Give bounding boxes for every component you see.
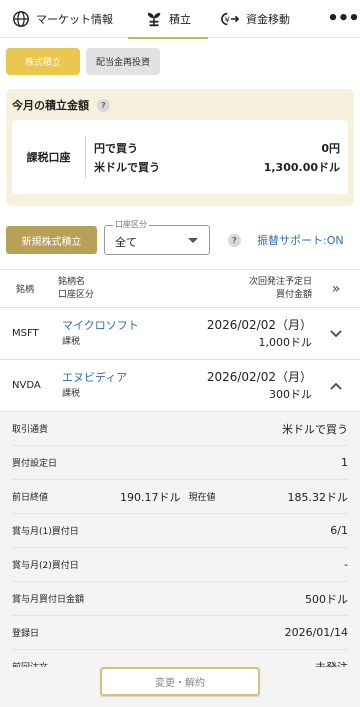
col-name-line1: 銘柄名 xyxy=(58,276,86,287)
transfer-support-link[interactable]: 振替サポート:ON xyxy=(257,232,344,248)
detail-value: - xyxy=(344,558,348,571)
col-next-order: 次回発注予定日 買付金額 xyxy=(168,276,312,302)
help-icon[interactable]: ? xyxy=(228,233,241,247)
select-legend: 口座区分 xyxy=(113,219,149,230)
tab-stock-tsumitate[interactable]: 株式積立 xyxy=(6,48,80,75)
account-type-select[interactable]: 口座区分 全て xyxy=(104,219,210,255)
globe-icon xyxy=(13,10,29,27)
amount-label: 円で買う xyxy=(94,141,138,155)
col-next-line2: 買付金額 xyxy=(275,289,312,300)
row-amount: 1,000ドル xyxy=(258,335,313,349)
monthly-amount-panel: 今月の積立金額 ? 課税口座 円で買う 0円 米ドルで買う 1,300.00ドル xyxy=(6,89,354,206)
detail-value: 6/1 xyxy=(330,524,348,537)
detail-label: 買付設定日 xyxy=(12,459,58,469)
row-next-cell: 2026/02/02（月） 300ドル xyxy=(162,368,312,404)
row-next-cell: 2026/02/02（月） 1,000ドル xyxy=(162,316,312,352)
detail-value: 1 xyxy=(341,456,348,469)
amount-row-usd: 米ドルで買う 1,300.00ドル xyxy=(94,157,340,176)
monthly-title: 今月の積立金額 ? xyxy=(12,97,348,113)
nav-tsumitate-label: 積立 xyxy=(169,12,191,26)
sprout-icon xyxy=(147,12,161,26)
detail-label: 賞与月(1)買付日 xyxy=(12,527,79,537)
detail-row-bonus1: 賞与月(1)買付日 6/1 xyxy=(12,514,348,548)
change-cancel-button[interactable]: 変更・解約 xyxy=(100,667,260,696)
detail-row-registered: 登録日 2026/01/14 xyxy=(12,616,348,650)
subtabs: 株式積立 配当金再投資 xyxy=(0,38,360,84)
select-value: 全て xyxy=(115,236,137,249)
detail-value: 米ドルで買う xyxy=(282,422,348,436)
row-date: 2026/02/02（月） xyxy=(206,369,312,384)
footer-bar: 変更・解約 xyxy=(0,667,360,707)
col-next-line1: 次回発注予定日 xyxy=(248,276,312,287)
row-name-cell: マイクロソフト 課税 xyxy=(62,318,162,350)
nav-transfer-label: 資金移動 xyxy=(246,12,290,26)
currency-transfer-icon: ¥ xyxy=(221,12,240,25)
more-menu-icon[interactable]: ••• xyxy=(326,0,360,38)
amount-label: 米ドルで買う xyxy=(94,160,160,174)
chevron-up-icon[interactable] xyxy=(312,382,360,390)
col-symbol: 銘柄 xyxy=(16,285,35,295)
detail-row-bonus2: 賞与月(2)買付日 - xyxy=(12,548,348,582)
detail-label: 取引通貨 xyxy=(12,425,49,435)
nav-market-label: マーケット情報 xyxy=(36,12,113,26)
detail-row-buyday: 買付設定日 1 xyxy=(12,446,348,480)
row-amount: 300ドル xyxy=(269,387,312,401)
current-price-value: 185.32ドル xyxy=(287,490,349,504)
detail-label: 登録日 xyxy=(12,629,40,639)
chevron-down-icon[interactable] xyxy=(312,329,360,338)
row-symbol: MSFT xyxy=(12,328,39,339)
row-account: 課税 xyxy=(62,336,81,347)
prices-group: 190.17ドル 現在値 xyxy=(120,489,216,505)
row-stock-name-link[interactable]: マイクロソフト xyxy=(62,318,162,334)
nav-fund-transfer[interactable]: ¥ 資金移動 xyxy=(208,0,326,38)
nav-market-info[interactable]: マーケット情報 xyxy=(0,0,128,38)
caret-down-icon xyxy=(188,238,198,243)
detail-value: 2026/01/14 xyxy=(284,626,348,639)
row-symbol: NVDA xyxy=(12,380,41,391)
monthly-amounts: 円で買う 0円 米ドルで買う 1,300.00ドル xyxy=(86,138,348,176)
detail-panel: 取引通貨 米ドルで買う 買付設定日 1 前日終値 190.17ドル 現在値 18… xyxy=(0,412,360,707)
detail-row-currency: 取引通貨 米ドルで買う xyxy=(12,412,348,446)
prev-close-value: 190.17ドル xyxy=(120,490,181,504)
expand-all-icon[interactable]: » xyxy=(312,281,360,297)
account-type-label: 課税口座 xyxy=(12,136,86,178)
svg-text:¥: ¥ xyxy=(225,14,230,24)
table-header: 銘柄 銘柄名 口座区分 次回発注予定日 買付金額 » xyxy=(0,269,360,308)
monthly-title-text: 今月の積立金額 xyxy=(12,99,89,112)
row-stock-name-link[interactable]: エヌビディア xyxy=(62,370,162,386)
detail-label: 賞与月買付日金額 xyxy=(12,595,85,605)
detail-row-prices: 前日終値 190.17ドル 現在値 185.32ドル xyxy=(12,480,348,514)
col-name: 銘柄名 口座区分 xyxy=(58,276,168,302)
current-price-label: 現在値 xyxy=(188,493,216,503)
monthly-card: 課税口座 円で買う 0円 米ドルで買う 1,300.00ドル xyxy=(12,120,348,194)
table-row[interactable]: NVDA エヌビディア 課税 2026/02/02（月） 300ドル xyxy=(0,360,360,412)
help-icon[interactable]: ? xyxy=(97,98,110,112)
new-stock-tsumitate-button[interactable]: 新規株式積立 xyxy=(6,226,97,254)
top-nav: マーケット情報 積立 ¥ 資金移動 ••• xyxy=(0,0,360,39)
amount-value: 1,300.00ドル xyxy=(263,160,340,174)
row-name-cell: エヌビディア 課税 xyxy=(62,370,162,402)
detail-row-bonus-amount: 賞与月買付日金額 500ドル xyxy=(12,582,348,616)
detail-label: 賞与月(2)買付日 xyxy=(12,561,79,571)
row-date: 2026/02/02（月） xyxy=(206,317,312,332)
nav-tsumitate[interactable]: 積立 xyxy=(128,0,208,39)
table-row[interactable]: MSFT マイクロソフト 課税 2026/02/02（月） 1,000ドル xyxy=(0,308,360,360)
amount-value: 0円 xyxy=(321,141,340,155)
controls-bar: 新規株式積立 口座区分 全て ? 振替サポート:ON xyxy=(0,213,360,267)
row-account: 課税 xyxy=(62,388,81,399)
amount-row-jpy: 円で買う 0円 xyxy=(94,138,340,157)
detail-value: 500ドル xyxy=(305,592,348,606)
detail-label: 前日終値 xyxy=(12,493,49,503)
tab-dividend-reinvest[interactable]: 配当金再投資 xyxy=(86,48,160,75)
col-name-line2: 口座区分 xyxy=(58,289,95,300)
